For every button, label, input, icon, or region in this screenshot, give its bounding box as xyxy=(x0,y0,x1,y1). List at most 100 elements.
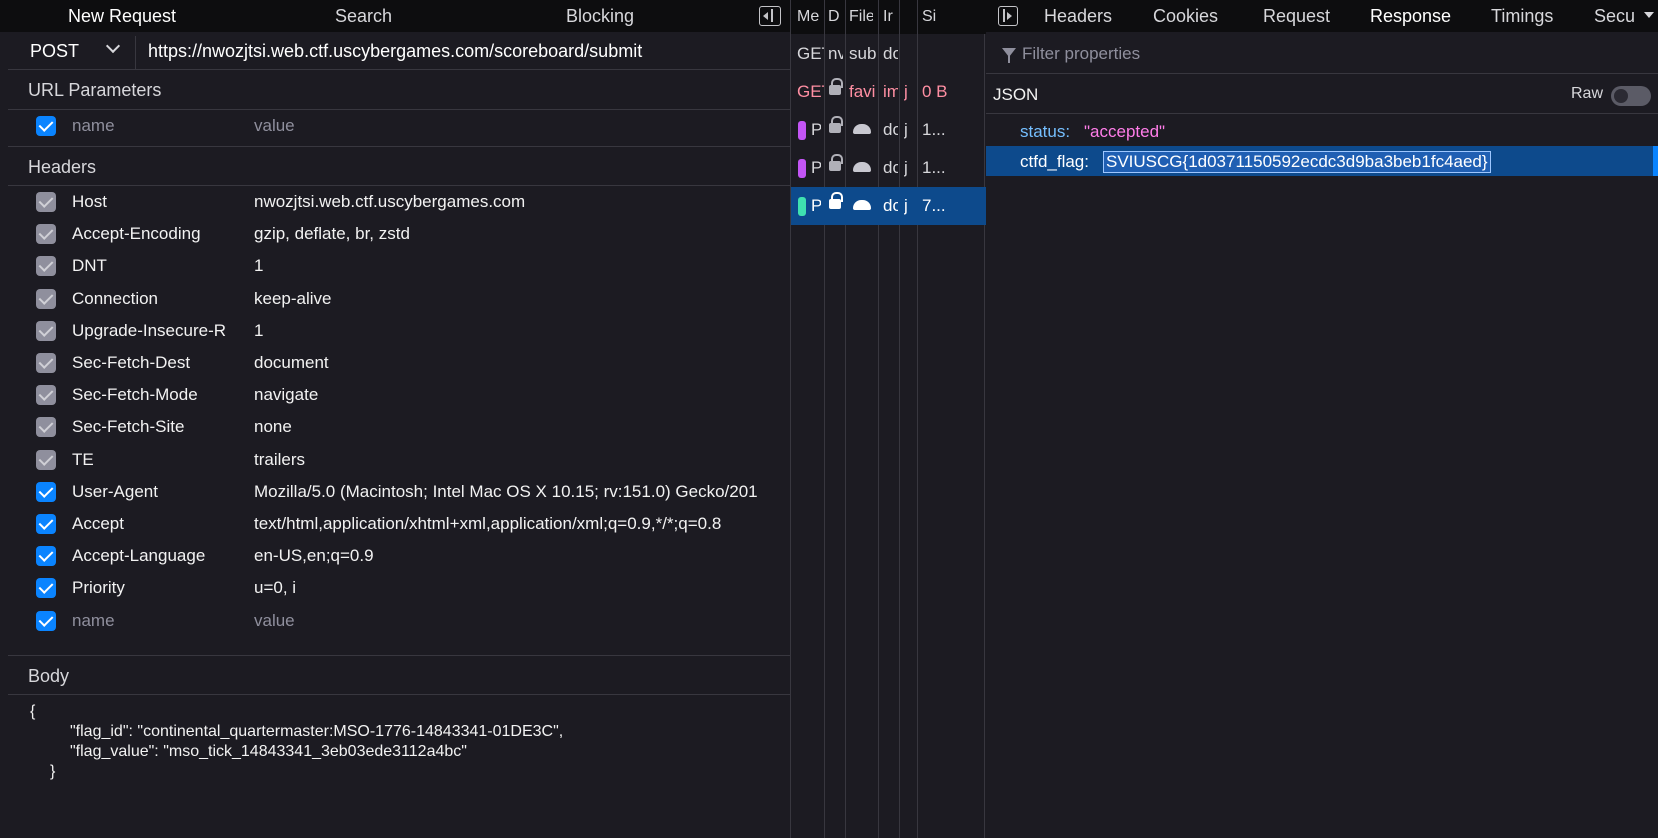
new-request-panel: New Request Search Blocking POST https:/… xyxy=(0,0,790,838)
header-enabled-checkbox[interactable] xyxy=(36,481,56,502)
header-row: Upgrade-Insecure-R 1 xyxy=(8,315,790,347)
header-value-input[interactable]: navigate xyxy=(254,385,790,405)
json-value-selected[interactable]: SVIUSCG{1d0371150592ecdc3d9ba3beb1fc4aed… xyxy=(1103,151,1491,173)
request-row[interactable]: GET faviimj 0 B xyxy=(791,73,986,111)
header-value-input[interactable]: en-US,en;q=0.9 xyxy=(254,546,790,566)
header-value-input[interactable]: keep-alive xyxy=(254,289,790,309)
column-header-file[interactable]: File xyxy=(849,8,873,26)
method-select[interactable]: POST xyxy=(30,41,79,62)
param-name-input[interactable]: name xyxy=(72,116,250,136)
param-enabled-checkbox[interactable] xyxy=(36,116,56,136)
lock-icon xyxy=(829,116,843,133)
header-row: DNT 1 xyxy=(8,250,790,282)
header-value-input[interactable]: 1 xyxy=(254,321,790,341)
header-enabled-checkbox[interactable] xyxy=(36,449,56,470)
header-value-input[interactable]: trailers xyxy=(254,450,790,470)
header-value-input[interactable]: text/html,application/xhtml+xml,applicat… xyxy=(254,514,790,534)
header-name-input[interactable]: Host xyxy=(72,192,250,212)
tab-headers[interactable]: Headers xyxy=(1044,0,1112,32)
url-param-row: name value xyxy=(8,110,790,142)
header-value-input[interactable]: u=0, i xyxy=(254,578,790,598)
request-file: favi xyxy=(849,82,876,101)
header-name-input[interactable]: Sec-Fetch-Mode xyxy=(72,385,250,405)
request-row[interactable]: POS doj 1... xyxy=(791,111,986,149)
column-header-size[interactable]: Si xyxy=(922,8,952,26)
header-name-input[interactable]: name xyxy=(72,611,250,631)
header-value-input[interactable]: gzip, deflate, br, zstd xyxy=(254,224,790,244)
json-key: status: xyxy=(1020,122,1071,141)
tab-response[interactable]: Response xyxy=(1370,0,1451,32)
header-row: Sec-Fetch-Dest document xyxy=(8,347,790,379)
request-initiator: do xyxy=(883,44,898,63)
header-value-input[interactable]: none xyxy=(254,417,790,437)
header-enabled-checkbox[interactable] xyxy=(36,385,56,406)
request-body-editor[interactable]: { "flag_id": "continental_quartermaster:… xyxy=(8,694,790,838)
request-method: POS xyxy=(811,120,821,139)
header-enabled-checkbox[interactable] xyxy=(36,256,56,277)
header-enabled-checkbox[interactable] xyxy=(36,320,56,341)
request-row[interactable]: POS doj 7... xyxy=(791,187,986,225)
header-enabled-checkbox[interactable] xyxy=(36,417,56,438)
column-header-initiator[interactable]: Ir xyxy=(883,8,897,26)
request-size: 1... xyxy=(922,158,946,177)
request-row[interactable]: POS doj 1... xyxy=(791,149,986,187)
tab-search[interactable]: Search xyxy=(335,0,392,32)
chevron-down-icon[interactable] xyxy=(1644,12,1654,18)
header-enabled-checkbox[interactable] xyxy=(36,578,56,599)
tab-cookies[interactable]: Cookies xyxy=(1153,0,1218,32)
header-value-input[interactable]: 1 xyxy=(254,256,790,276)
header-name-input[interactable]: Sec-Fetch-Dest xyxy=(72,353,250,373)
header-name-input[interactable]: DNT xyxy=(72,256,250,276)
header-enabled-checkbox[interactable] xyxy=(36,353,56,373)
header-enabled-checkbox[interactable] xyxy=(36,192,56,212)
header-enabled-checkbox[interactable] xyxy=(36,224,56,245)
chevron-down-icon[interactable] xyxy=(105,38,121,54)
column-header-domain[interactable]: D xyxy=(828,8,840,26)
header-name-input[interactable]: Accept-Language xyxy=(72,546,250,566)
lock-icon xyxy=(829,192,843,209)
json-section-header: JSON Raw xyxy=(986,76,1658,114)
header-value-input[interactable]: value xyxy=(254,611,790,631)
header-name-input[interactable]: Sec-Fetch-Site xyxy=(72,417,250,437)
filter-properties-input[interactable] xyxy=(1022,44,1622,64)
json-property-row[interactable]: status: "accepted" xyxy=(986,116,1658,146)
header-value-input[interactable]: Mozilla/5.0 (Macintosh; Intel Mac OS X 1… xyxy=(254,482,790,502)
json-key: ctfd_flag: xyxy=(1020,152,1089,171)
param-value-input[interactable]: value xyxy=(254,116,790,136)
header-name-input[interactable]: Connection xyxy=(72,289,250,309)
body-line: } xyxy=(50,763,56,780)
header-enabled-checkbox[interactable] xyxy=(36,546,56,567)
toggle-sidebar-icon[interactable] xyxy=(998,6,1018,26)
tab-blocking[interactable]: Blocking xyxy=(566,0,634,32)
tab-request[interactable]: Request xyxy=(1263,0,1330,32)
header-enabled-checkbox[interactable] xyxy=(36,514,56,534)
status-badge xyxy=(798,121,806,140)
request-method: GET xyxy=(797,44,824,63)
request-list-header: Me D File Ir Si xyxy=(791,0,986,34)
header-enabled-checkbox[interactable] xyxy=(36,610,56,631)
tab-security[interactable]: Secu xyxy=(1594,0,1644,32)
turtle-icon xyxy=(853,200,871,210)
tab-new-request[interactable]: New Request xyxy=(68,0,176,32)
request-initiator: im xyxy=(883,82,898,101)
request-method: POS xyxy=(811,158,821,177)
tab-timings[interactable]: Timings xyxy=(1491,0,1553,32)
raw-toggle[interactable] xyxy=(1611,86,1651,106)
header-name-input[interactable]: Accept xyxy=(72,514,250,534)
header-name-input[interactable]: Upgrade-Insecure-R xyxy=(72,321,250,341)
lock-icon xyxy=(829,78,843,95)
request-size: 1... xyxy=(922,120,946,139)
header-name-input[interactable]: Priority xyxy=(72,578,250,598)
json-property-row[interactable]: ctfd_flag: SVIUSCG{1d0371150592ecdc3d9ba… xyxy=(986,146,1658,176)
header-value-input[interactable]: nwozjtsi.web.ctf.uscybergames.com xyxy=(254,192,790,212)
scrollbar-marker[interactable] xyxy=(1653,146,1658,176)
header-name-input[interactable]: Accept-Encoding xyxy=(72,224,250,244)
header-enabled-checkbox[interactable] xyxy=(36,288,56,309)
header-name-input[interactable]: TE xyxy=(72,450,250,470)
url-input[interactable]: https://nwozjtsi.web.ctf.uscybergames.co… xyxy=(148,41,642,62)
header-name-input[interactable]: User-Agent xyxy=(72,482,250,502)
header-value-input[interactable]: document xyxy=(254,353,790,373)
column-header-method[interactable]: Me xyxy=(797,8,819,26)
toggle-sidebar-icon[interactable] xyxy=(759,6,781,26)
request-row[interactable]: GETnvsubdo xyxy=(791,35,986,73)
